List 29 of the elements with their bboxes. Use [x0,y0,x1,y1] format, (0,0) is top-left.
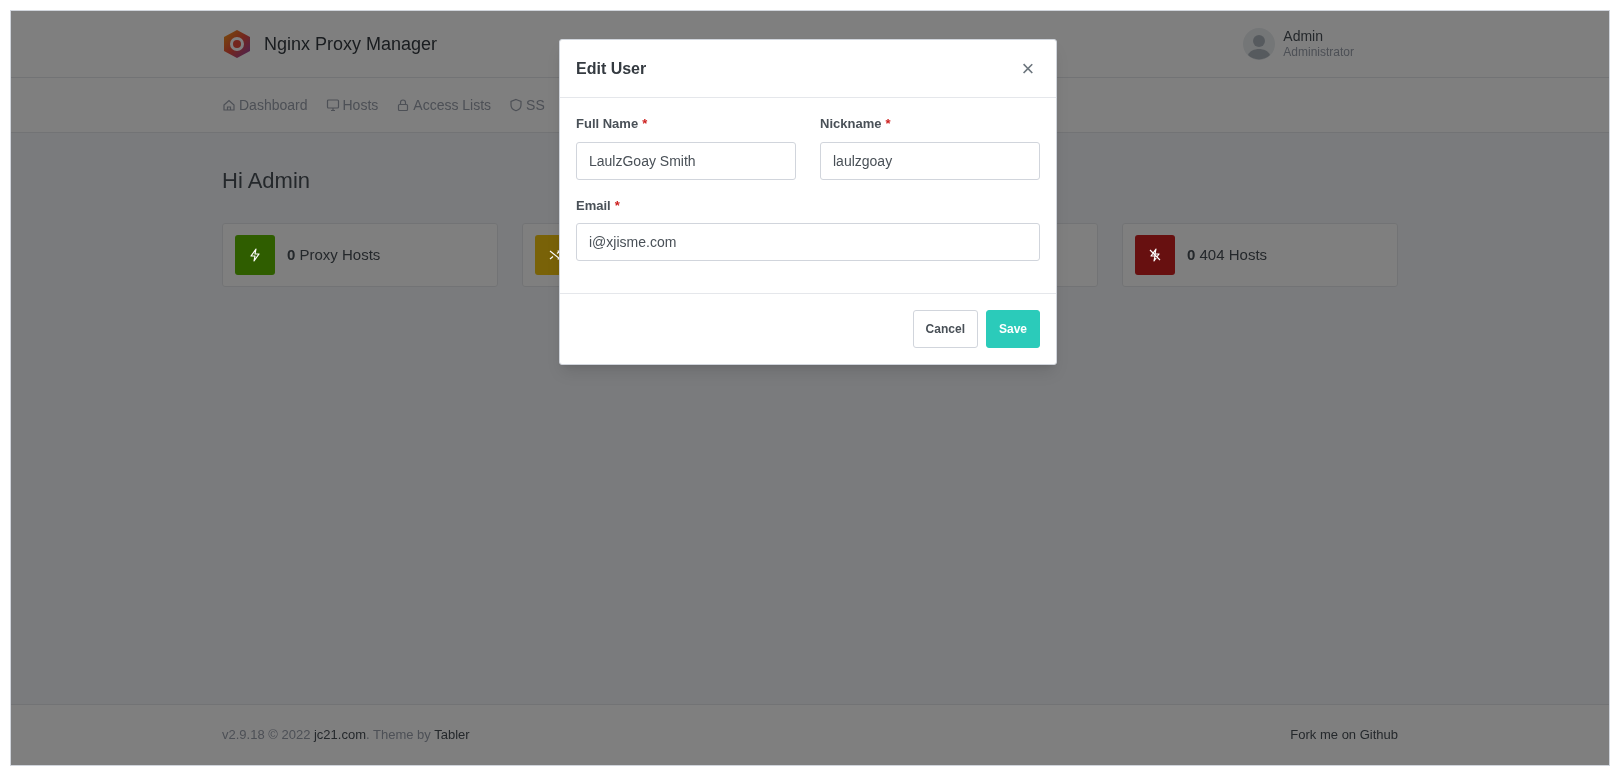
user-name: Admin [1283,27,1324,46]
logo-icon [222,29,252,59]
shield-icon [509,98,524,112]
page-title: Hi Admin [222,167,312,195]
bolt-icon [248,248,262,262]
text-field[interactable]: LaulzGoay Smith [576,141,796,180]
required-asterisk: * [885,115,891,133]
github-link[interactable]: Fork me on Github [1290,725,1398,745]
theme-link[interactable]: Tabler [434,727,470,743]
required-asterisk: * [614,196,620,215]
field-label: Email [576,196,611,215]
text-field[interactable]: i@xjisme.com [576,223,1040,261]
close-button[interactable]: × [1016,56,1040,81]
required-asterisk: * [642,115,648,133]
lock-icon [396,98,411,112]
stat-text: 0 Proxy Hosts [287,244,381,265]
text-field[interactable]: laulzgoay [820,141,1040,180]
stat-text: 0 404 Hosts [1187,244,1268,265]
dialog-title: Edit User [576,58,647,79]
monitor-icon [325,98,340,112]
field-label: Full Name [576,115,639,133]
bolt-off-icon [1148,248,1162,262]
cancel-button[interactable]: Cancel [912,310,978,348]
avatar-icon[interactable] [1243,28,1276,60]
app-title[interactable]: Nginx Proxy Manager [264,30,438,58]
home-icon [222,98,236,112]
save-button[interactable]: Save [985,310,1040,348]
site-link[interactable]: jc21.com [314,727,366,743]
field-label: Nickname [820,115,882,133]
